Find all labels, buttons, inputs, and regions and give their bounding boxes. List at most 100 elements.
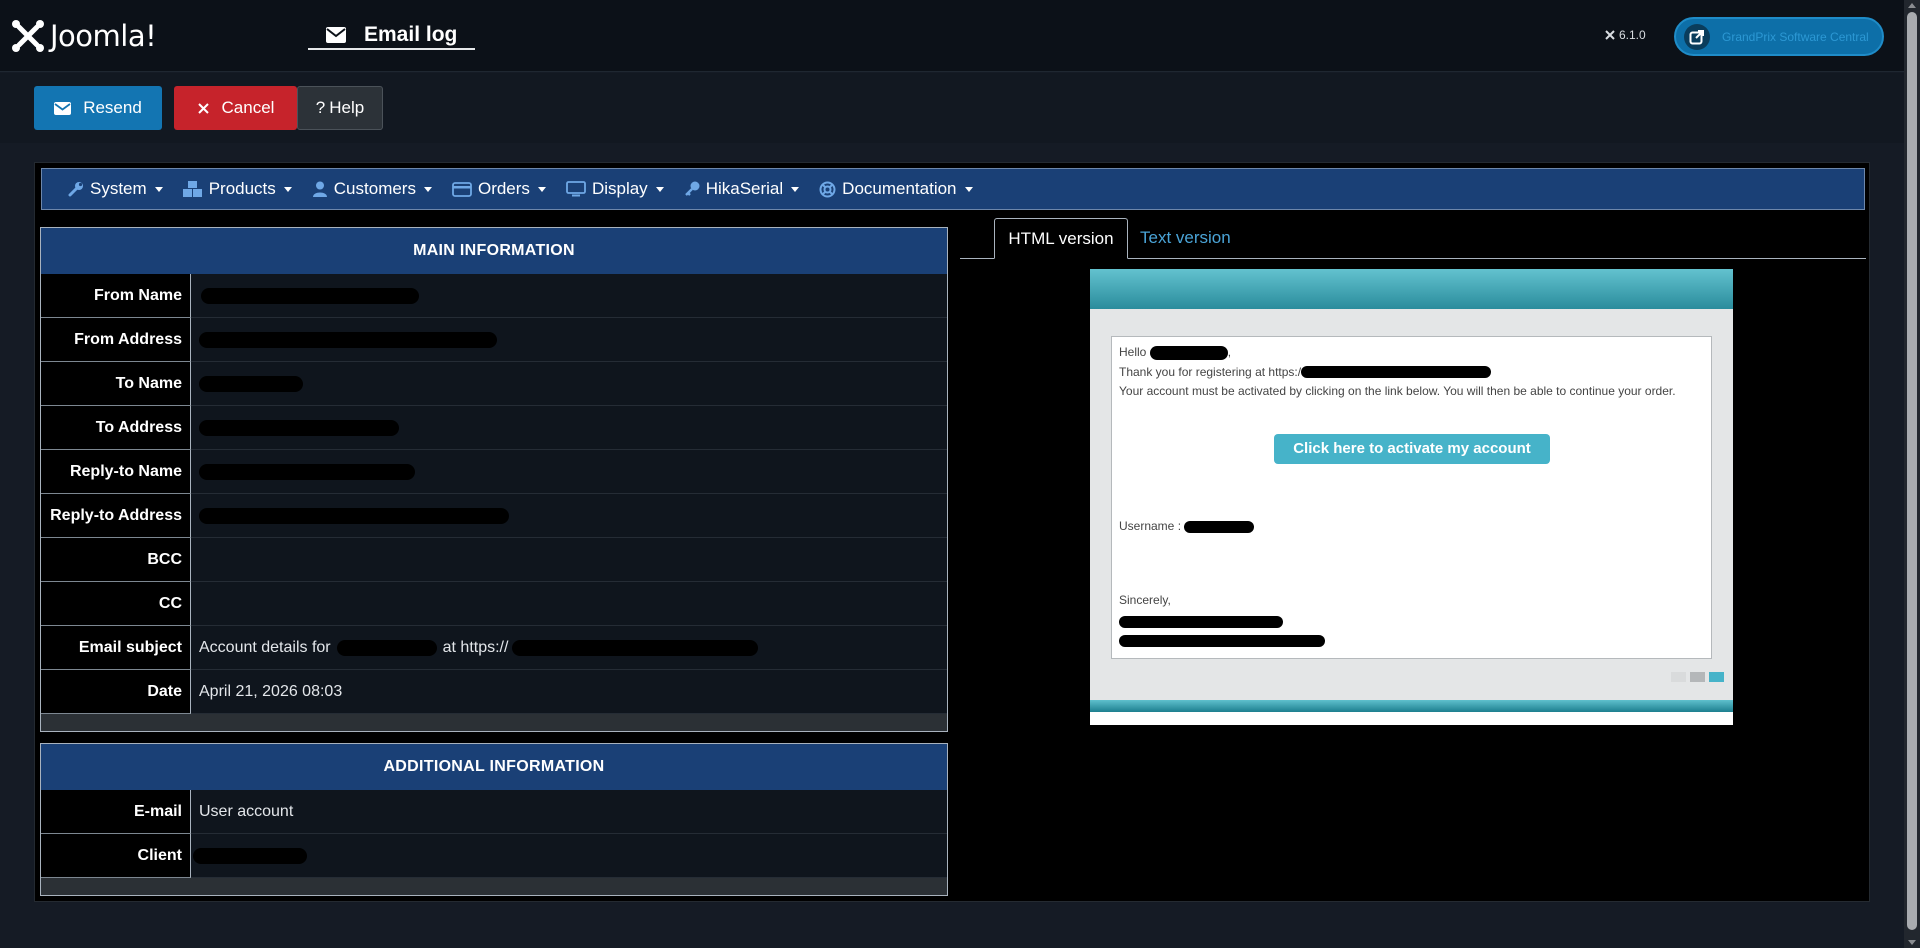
table-row: Email subject Account details for at htt… — [41, 626, 947, 670]
help-button[interactable]: ? Help — [297, 86, 383, 130]
redaction — [193, 847, 307, 864]
site-name: GrandPrix Software Central — [1722, 29, 1869, 44]
date-label: Date — [41, 670, 191, 714]
scroll-down-icon[interactable] — [1908, 940, 1916, 945]
redaction — [199, 331, 497, 348]
credit-card-icon — [452, 181, 472, 197]
menu-customers-label: Customers — [333, 179, 416, 198]
activate-account-button[interactable]: Click here to activate my account — [1274, 434, 1550, 464]
reply-to-address-label: Reply-to Address — [41, 494, 191, 538]
close-icon — [197, 102, 209, 114]
resend-button[interactable]: Resend — [34, 86, 162, 130]
table-row: Date April 21, 2026 08:03 — [41, 670, 947, 714]
scroll-thumb[interactable] — [1907, 12, 1917, 930]
page-scrollbar[interactable] — [1904, 0, 1920, 948]
redaction — [512, 639, 759, 656]
bcc-label: BCC — [41, 538, 191, 582]
joomla-logo[interactable]: Joomla! — [10, 18, 157, 54]
life-ring-icon — [819, 181, 836, 197]
toolbar: Resend Cancel ? Help — [0, 73, 1904, 143]
monitor-icon — [566, 181, 586, 197]
email-subject-label: Email subject — [41, 626, 191, 670]
caret-down-icon — [791, 186, 800, 192]
joomla-logo-icon — [12, 20, 44, 52]
menu-products[interactable]: Products — [182, 179, 292, 199]
client-value — [191, 834, 947, 878]
redaction — [201, 287, 419, 304]
menu-customers[interactable]: Customers — [312, 179, 432, 199]
caret-down-icon — [537, 186, 546, 192]
redaction — [336, 639, 437, 656]
date-value: April 21, 2026 08:03 — [191, 670, 947, 714]
email-footer-band — [1090, 700, 1733, 712]
tab-text-version[interactable]: Text version — [1140, 218, 1231, 258]
redaction — [1184, 520, 1255, 533]
greeting-line: Hello , — [1119, 345, 1232, 360]
from-name-label: From Name — [41, 274, 191, 318]
menu-display[interactable]: Display — [566, 179, 664, 199]
menu-documentation[interactable]: Documentation — [819, 179, 973, 199]
email-preview: Hello , Thank you for registering at htt… — [1090, 269, 1733, 725]
decor-square — [1709, 672, 1724, 682]
version-tabs: HTML version Text version — [960, 218, 1866, 259]
menu-orders-label: Orders — [477, 179, 530, 198]
wrench-icon — [68, 182, 83, 197]
menu-documentation-label: Documentation — [842, 179, 957, 198]
cubes-icon — [182, 181, 202, 197]
to-address-value — [191, 406, 947, 450]
menu-hikaserial[interactable]: HikaSerial — [684, 179, 800, 199]
caret-down-icon — [154, 186, 163, 192]
caret-down-icon — [423, 186, 432, 192]
cancel-button[interactable]: Cancel — [174, 86, 297, 130]
table-row: From Address — [41, 318, 947, 362]
closing-text: Sincerely, — [1119, 593, 1171, 607]
username-label: Username : — [1119, 519, 1182, 533]
username-line: Username : — [1119, 517, 1255, 537]
menu-orders[interactable]: Orders — [452, 179, 546, 199]
admin-header: Joomla! Email log 6.1.0 GrandPrix Softwa… — [0, 0, 1904, 72]
to-name-value — [191, 362, 947, 406]
thanks-text: Thank you for registering at https:/ — [1119, 364, 1302, 379]
from-address-value — [191, 318, 947, 362]
closing-block: Sincerely, — [1119, 591, 1325, 647]
menu-system[interactable]: System — [68, 179, 163, 199]
additional-information-heading: ADDITIONAL INFORMATION — [41, 744, 947, 790]
redaction — [199, 375, 303, 392]
cc-label: CC — [41, 582, 191, 626]
email-content-box: Hello , Thank you for registering at htt… — [1111, 336, 1712, 659]
help-label: Help — [329, 98, 365, 117]
subject-prefix: Account details for — [199, 638, 331, 656]
reply-to-address-value — [191, 494, 947, 538]
table-row: From Name — [41, 274, 947, 318]
email-type-label: E-mail — [41, 790, 191, 834]
main-information-panel: MAIN INFORMATION From Name From Address … — [40, 227, 948, 732]
table-row: To Name — [41, 362, 947, 406]
reply-to-name-label: Reply-to Name — [41, 450, 191, 494]
to-address-label: To Address — [41, 406, 191, 450]
site-link-button[interactable]: GrandPrix Software Central — [1674, 17, 1884, 56]
table-row: E-mail User account — [41, 790, 947, 834]
redaction — [199, 507, 509, 524]
bcc-value — [191, 538, 947, 582]
reply-to-name-value — [191, 450, 947, 494]
key-icon — [684, 181, 700, 196]
from-address-label: From Address — [41, 318, 191, 362]
activation-note: Your account must be activated by clicki… — [1119, 384, 1676, 398]
caret-down-icon — [964, 186, 973, 192]
subject-mid: at https:// — [442, 638, 509, 656]
cancel-label: Cancel — [221, 98, 275, 117]
table-row: Reply-to Address — [41, 494, 947, 538]
cc-value — [191, 582, 947, 626]
redaction — [1119, 615, 1283, 628]
scroll-up-icon[interactable] — [1908, 3, 1916, 8]
hikashop-menubar: System Products Customers Orders Display… — [41, 168, 1865, 210]
tab-html-version[interactable]: HTML version — [994, 218, 1128, 259]
caret-down-icon — [283, 186, 292, 192]
from-name-value — [191, 274, 947, 318]
redaction — [1119, 634, 1325, 647]
additional-information-panel: ADDITIONAL INFORMATION E-mail User accou… — [40, 743, 948, 896]
external-link-icon — [1684, 23, 1710, 50]
joomla-small-icon — [1605, 30, 1615, 40]
redaction — [199, 463, 415, 480]
question-icon: ? — [315, 98, 326, 117]
